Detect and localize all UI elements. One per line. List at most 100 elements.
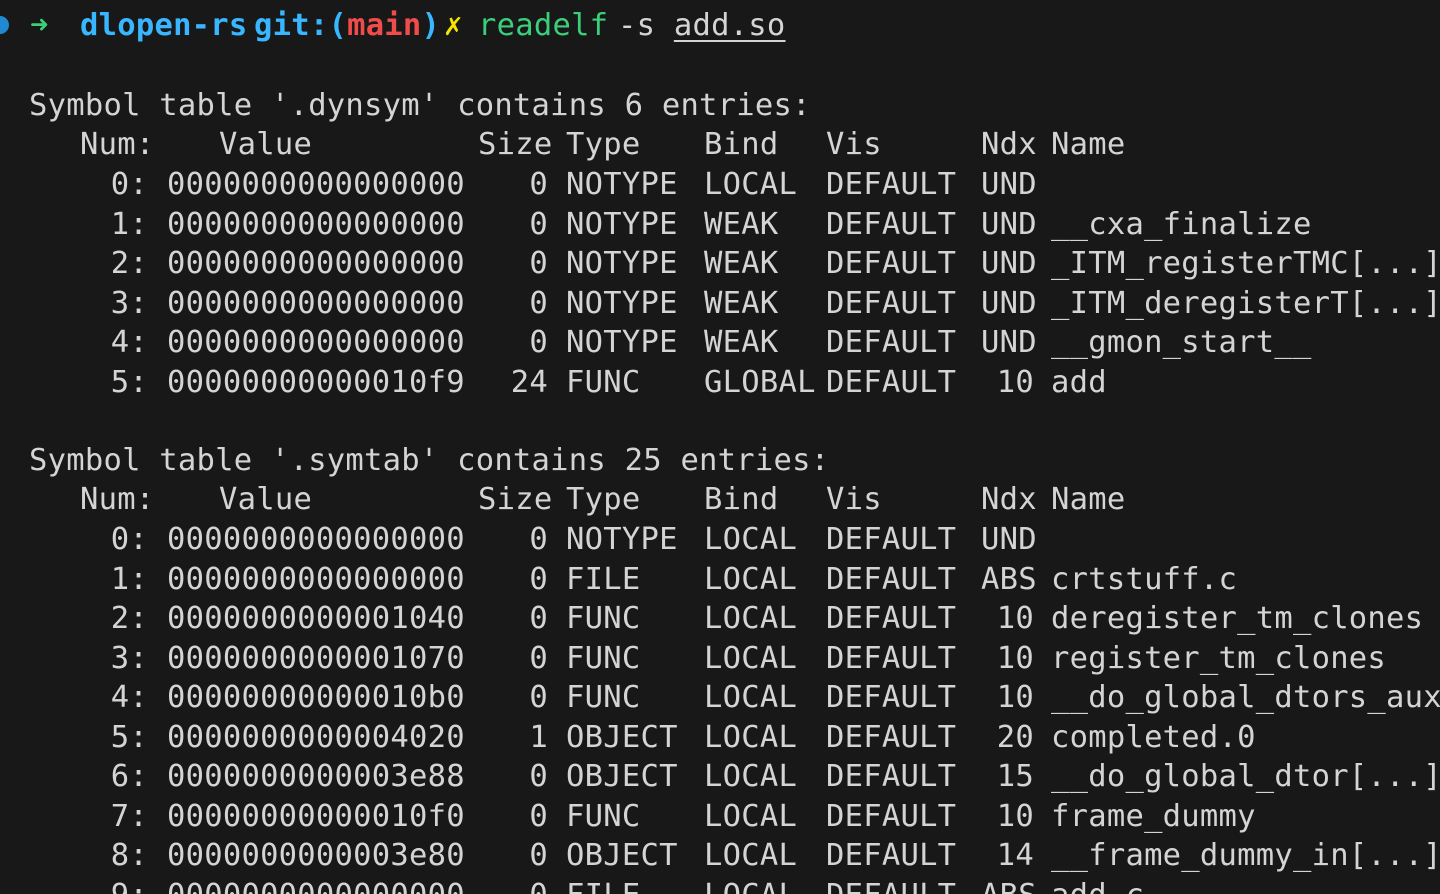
cell-bind: LOCAL [704,876,797,894]
cell-size: 0 [529,759,548,794]
dynsym-title: Symbol table '.dynsym' contains 6 entrie… [29,88,811,123]
table-row: 7: 00000000000010f0 0 FUNC LOCAL DEFAULT 10 fra… [0,797,1440,837]
cell-ndx: ABS [981,876,1037,894]
cell-value: 00000000000010f9 [167,364,465,400]
cell-name: __do_global_dtor[...] [1051,759,1440,794]
cell-type: FUNC [566,798,641,834]
cell-size: 24 [510,364,548,400]
cell-vis: DEFAULT [826,561,957,597]
cell-size: 1 [529,719,548,755]
cell-num: 3: [110,285,148,321]
cell-name: completed.0 [1051,719,1256,755]
cell-value: 0000000000003e80 [167,838,465,873]
cell-num: 6: [110,759,148,794]
cell-ndx: 20 [996,719,1034,755]
cell-size: 0 [529,601,548,636]
terminal-window[interactable]: ➜ dlopen-rs git:(main) ✗ readelf -s add.… [0,0,1440,894]
cell-name: __gmon_start__ [1051,325,1312,360]
header-type: Type [566,482,641,517]
cell-name: crtstuff.c [1051,561,1238,597]
cell-bind: GLOBAL [704,364,816,400]
cell-ndx: UND [981,206,1037,242]
cell-value: 00000000000010b0 [167,680,465,715]
cell-type: NOTYPE [566,246,678,281]
header-num: Num: [80,482,155,517]
header-type: Type [566,127,641,162]
cell-value: 0000000000000000 [167,325,465,360]
cell-vis: DEFAULT [826,798,957,834]
cell-value: 0000000000003e88 [167,759,465,794]
command-file-arg[interactable]: add.so [674,8,786,43]
cell-type: NOTYPE [566,522,678,557]
cell-num: 1: [110,206,148,242]
cell-size: 0 [529,561,548,597]
cell-value: 0000000000000000 [167,285,465,321]
cell-num: 7: [110,798,148,834]
git-paren-open: ( [328,8,348,43]
cell-ndx: ABS [981,561,1037,597]
cell-ndx: 10 [996,798,1034,834]
cell-vis: DEFAULT [826,640,957,676]
cell-ndx: UND [981,325,1037,360]
cell-ndx: 14 [996,838,1034,873]
header-name: Name [1051,127,1126,162]
status-dot-icon [0,16,9,34]
symtab-title: Symbol table '.symtab' contains 25 entri… [29,443,830,478]
cell-type: OBJECT [566,838,678,873]
cell-vis: DEFAULT [826,719,957,755]
cell-value: 00000000000010f0 [167,798,465,834]
cell-name: __cxa_finalize [1051,206,1312,242]
cell-bind: LOCAL [704,522,798,557]
cell-value: 0000000000001040 [167,601,465,636]
cell-ndx: 10 [996,364,1034,400]
cell-size: 0 [529,167,548,202]
cell-bind: LOCAL [704,601,798,636]
cell-num: 1: [110,561,148,597]
cell-size: 0 [529,285,548,321]
cell-num: 0: [110,522,148,557]
command-flag: -s [618,8,674,43]
cell-size: 0 [529,522,548,557]
cell-name: register_tm_clones [1051,640,1387,676]
cell-size: 0 [478,876,548,894]
cell-bind: LOCAL [704,561,798,597]
table-row: 0: 0000000000000000 0 NOTYPE LOCAL DEFAULT UND [0,165,1440,205]
table-row: 1: 0000000000000000 0 FILE LOCAL DEFAULT ABS cr… [0,560,1440,600]
header-vis: Vis [826,482,882,517]
cell-num: 4: [110,680,148,715]
cell-type: NOTYPE [566,325,678,360]
cell-bind: LOCAL [704,838,798,873]
symtab-header-row: Num: Value Size Type Bind Vis Ndx Name [0,480,1440,520]
cell-type: FILE [566,561,641,597]
cell-vis: DEFAULT [826,601,957,636]
cell-vis: DEFAULT [826,522,957,557]
table-row: 0: 0000000000000000 0 NOTYPE LOCAL DEFAULT UND [0,520,1440,560]
cell-type: FUNC [566,640,641,676]
cell-type: FUNC [566,601,641,636]
cell-ndx: UND [981,522,1037,557]
cell-value: 0000000000000000 [167,876,465,894]
cell-name: __frame_dummy_in[...] [1051,838,1440,873]
cell-vis: DEFAULT [826,167,957,202]
header-size: Size [478,127,553,162]
table-row: 9:00000000000000000FILELOCALDEFAULTABSad… [0,876,1440,894]
table-row: 2: 0000000000000000 0 NOTYPE WEAK DEFAULT UND _… [0,244,1440,284]
cell-bind: LOCAL [704,759,798,794]
cell-ndx: UND [981,167,1037,202]
cell-type: FUNC [566,364,641,400]
cell-bind: LOCAL [704,167,798,202]
cell-vis: DEFAULT [826,680,957,715]
cell-size: 0 [529,680,548,715]
header-bind: Bind [704,127,779,162]
cell-ndx: UND [981,285,1037,321]
cell-type: OBJECT [566,719,678,755]
cell-size: 0 [529,325,548,360]
cell-value: 0000000000000000 [167,206,465,242]
table-row: 5: 0000000000004020 1 OBJECT LOCAL DEFAULT 20 c… [0,718,1440,758]
cell-name: _ITM_registerTMC[...] [1051,246,1440,281]
cell-name: add.c [1051,876,1144,894]
cell-type: FUNC [566,680,641,715]
header-bind: Bind [704,482,779,517]
prompt-directory: dlopen-rs [80,8,248,43]
cell-type: NOTYPE [566,167,678,202]
